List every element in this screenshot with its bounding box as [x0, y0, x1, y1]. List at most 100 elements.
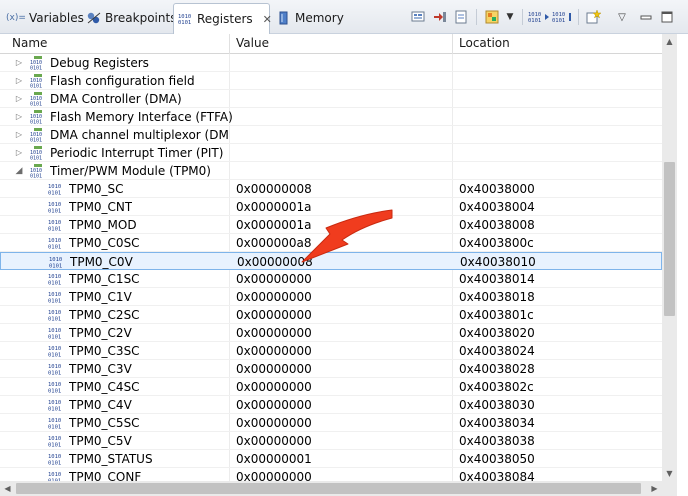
register-value[interactable]: 0x00000000 — [236, 270, 312, 288]
dropdown-chevron-icon[interactable]: ▼ — [504, 8, 516, 26]
column-header-name[interactable]: Name — [12, 34, 47, 53]
table-row[interactable]: 1010 0101 TPM0_C1V 0x00000000 0x40038018 — [0, 288, 662, 306]
scroll-left-arrow-icon[interactable]: ◀ — [0, 481, 15, 496]
register-value[interactable]: 0x00000000 — [236, 360, 312, 378]
register-value[interactable]: 0x00000008 — [236, 180, 312, 198]
register-value[interactable]: 0x00000001 — [236, 450, 312, 468]
tab-memory[interactable]: Memory — [276, 6, 344, 30]
table-row[interactable]: 1010 0101 TPM0_MOD 0x0000001a 0x40038008 — [0, 216, 662, 234]
register-group-row[interactable]: ◢ 1010 0101 Timer/PWM Module (TPM0) — [0, 162, 662, 180]
maximize-icon[interactable] — [658, 8, 676, 26]
number-format-icon[interactable]: 1010 0101 — [528, 8, 550, 26]
register-icon: 10100101 — [48, 382, 61, 394]
table-row[interactable]: 1010 0101 TPM0_C5SC 0x00000000 0x40038034 — [0, 414, 662, 432]
group-name: Flash configuration field — [50, 74, 195, 88]
expand-chevron-icon[interactable]: ▷ — [14, 90, 24, 108]
tab-registers[interactable]: 1010 0101 Registers ✕ — [173, 3, 272, 34]
register-value[interactable]: 0x00000000 — [236, 288, 312, 306]
register-value[interactable]: 0x00000000 — [236, 414, 312, 432]
register-icon: 10100101 — [48, 310, 61, 322]
table-row[interactable]: 1010 0101 TPM0_C5V 0x00000000 0x40038038 — [0, 432, 662, 450]
table-row[interactable]: 1010 0101 TPM0_C4SC 0x00000000 0x4003802c — [0, 378, 662, 396]
register-value[interactable]: 0x0000001a — [236, 198, 312, 216]
table-row[interactable]: 1010 0101 TPM0_C1SC 0x00000000 0x40038014 — [0, 270, 662, 288]
tab-breakpoints[interactable]: Breakpoints — [86, 6, 176, 30]
number-format-toggle-icon[interactable]: 1010 0101 — [552, 8, 574, 26]
table-row[interactable]: 1010 0101 TPM0_C3V 0x00000000 0x40038028 — [0, 360, 662, 378]
table-row[interactable]: 1010 0101 TPM0_STATUS 0x00000001 0x40038050 — [0, 450, 662, 468]
expand-chevron-icon[interactable]: ▷ — [14, 126, 24, 144]
table-row[interactable]: 1010 0101 TPM0_C3SC 0x00000000 0x40038024 — [0, 342, 662, 360]
register-group-icon: 10100101 — [30, 110, 42, 124]
register-group-row[interactable]: ▷ 1010 0101 Flash Memory Interface (FTFA) — [0, 108, 662, 126]
svg-text:1010: 1010 — [48, 292, 61, 298]
variables-icon: (x)= — [6, 13, 26, 23]
expand-chevron-icon[interactable]: ▷ — [14, 72, 24, 90]
register-group-row[interactable]: ▷ 1010 0101 DMA channel multiplexor (DMAM — [0, 126, 662, 144]
register-value[interactable]: 0x00000008 — [237, 253, 313, 271]
svg-text:0101: 0101 — [30, 174, 42, 179]
remove-register-group-icon[interactable] — [452, 8, 470, 26]
register-location: 0x40038018 — [459, 290, 535, 304]
table-row[interactable]: 1010 0101 TPM0_C0V 0x00000008 0x40038010 — [0, 252, 662, 270]
register-value[interactable]: 0x00000000 — [236, 306, 312, 324]
table-row[interactable]: 1010 0101 TPM0_C2SC 0x00000000 0x4003801c — [0, 306, 662, 324]
svg-text:1010: 1010 — [48, 274, 61, 280]
table-row[interactable]: 1010 0101 TPM0_C2V 0x00000000 0x40038020 — [0, 324, 662, 342]
register-value[interactable]: 0x00000000 — [236, 396, 312, 414]
register-location: 0x4003800c — [459, 236, 534, 250]
collapse-chevron-icon[interactable]: ◢ — [14, 162, 24, 180]
svg-text:0101: 0101 — [48, 299, 61, 305]
scroll-up-arrow-icon[interactable]: ▲ — [662, 34, 677, 49]
column-header-value[interactable]: Value — [236, 34, 269, 53]
refresh-registers-icon[interactable] — [409, 8, 427, 26]
minimize-icon[interactable] — [637, 8, 655, 26]
horizontal-scroll-thumb[interactable] — [16, 483, 641, 494]
scroll-right-arrow-icon[interactable]: ▶ — [647, 481, 662, 496]
register-value[interactable]: 0x00000000 — [236, 468, 312, 481]
svg-text:0101: 0101 — [48, 407, 61, 413]
table-row[interactable]: 1010 0101 TPM0_CNT 0x0000001a 0x40038004 — [0, 198, 662, 216]
register-value[interactable]: 0x00000000 — [236, 378, 312, 396]
svg-text:0101: 0101 — [48, 209, 61, 215]
svg-text:1010: 1010 — [48, 328, 61, 334]
register-value[interactable]: 0x0000001a — [236, 216, 312, 234]
svg-text:0101: 0101 — [30, 66, 42, 71]
svg-text:1010: 1010 — [48, 310, 61, 316]
register-group-row[interactable]: ▷ 1010 0101 Periodic Interrupt Timer (PIT… — [0, 144, 662, 162]
tab-variables[interactable]: (x)= Variables — [6, 6, 84, 30]
register-value[interactable]: 0x000000a8 — [236, 234, 312, 252]
register-group-row[interactable]: ▷ 1010 0101 DMA Controller (DMA) — [0, 90, 662, 108]
register-group-icon: 10100101 — [30, 74, 42, 88]
vertical-scrollbar[interactable]: ▲ ▼ — [662, 34, 677, 481]
expand-chevron-icon[interactable]: ▷ — [14, 108, 24, 126]
table-row[interactable]: 1010 0101 TPM0_C0SC 0x000000a8 0x4003800c — [0, 234, 662, 252]
register-value[interactable]: 0x00000000 — [236, 342, 312, 360]
svg-text:0101: 0101 — [30, 156, 42, 161]
tab-variables-label: Variables — [29, 11, 84, 25]
vertical-scroll-thumb[interactable] — [664, 162, 675, 316]
add-register-group-icon[interactable] — [431, 8, 449, 26]
svg-text:1010: 1010 — [48, 400, 61, 406]
register-group-row[interactable]: ▷ 1010 0101 Flash configuration field — [0, 72, 662, 90]
scroll-down-arrow-icon[interactable]: ▼ — [662, 466, 677, 481]
table-row[interactable]: 1010 0101 TPM0_SC 0x00000008 0x40038000 — [0, 180, 662, 198]
view-menu-icon[interactable]: ▽ — [613, 8, 631, 26]
restore-default-groups-icon[interactable] — [483, 8, 501, 26]
registers-icon: 1010 0101 — [178, 12, 194, 26]
group-name: Debug Registers — [50, 56, 149, 70]
register-value[interactable]: 0x00000000 — [236, 324, 312, 342]
close-tab-icon[interactable]: ✕ — [263, 13, 272, 26]
table-row[interactable]: 1010 0101 TPM0_C4V 0x00000000 0x40038030 — [0, 396, 662, 414]
register-group-row[interactable]: ▷ 1010 0101 Debug Registers — [0, 54, 662, 72]
table-row[interactable]: 10100101 TPM0_CONF 0x00000000 0x40038084 — [0, 468, 662, 481]
horizontal-scrollbar[interactable]: ◀ ▶ — [0, 481, 662, 496]
register-name: TPM0_CNT — [69, 200, 133, 214]
register-location: 0x40038028 — [459, 362, 535, 376]
register-value[interactable]: 0x00000000 — [236, 432, 312, 450]
register-icon: 10100101 — [48, 364, 61, 376]
expand-chevron-icon[interactable]: ▷ — [14, 54, 24, 72]
column-header-location[interactable]: Location — [459, 34, 510, 53]
expand-chevron-icon[interactable]: ▷ — [14, 144, 24, 162]
new-view-icon[interactable] — [584, 8, 602, 26]
